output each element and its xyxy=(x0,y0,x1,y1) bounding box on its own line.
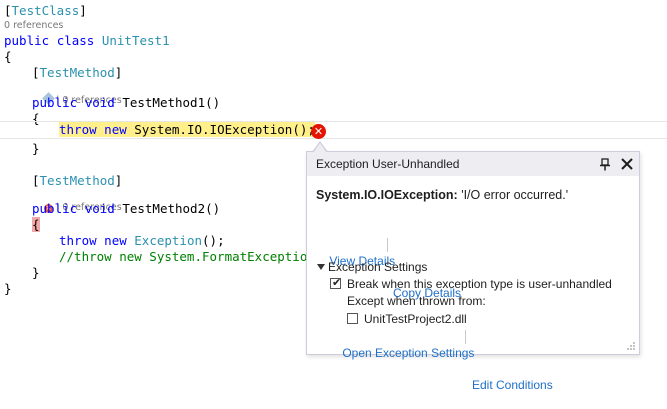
edit-conditions-link[interactable]: Edit Conditions xyxy=(472,377,553,393)
popup-title: Exception User-Unhandled xyxy=(316,157,460,171)
codelens-references[interactable]: 0 references xyxy=(4,19,63,33)
open-exception-settings-link[interactable]: Open Exception Settings xyxy=(342,346,474,360)
code-line: { xyxy=(4,49,12,64)
exception-message: System.IO.IOException: 'I/O error occurr… xyxy=(316,188,569,202)
link-divider xyxy=(387,238,388,252)
check-icon: ✔ xyxy=(332,276,342,289)
code-line: //throw new System.FormatException( xyxy=(59,249,323,264)
resize-grip-icon[interactable] xyxy=(626,341,636,351)
module-label: UnitTestProject2.dll xyxy=(364,312,467,326)
code-line: public class UnitTest1 xyxy=(4,33,170,48)
pin-icon[interactable] xyxy=(599,158,611,171)
settings-links: Open Exception Settings Edit Conditions xyxy=(329,329,553,392)
code-line: public void TestMethod2() xyxy=(32,201,221,216)
code-line: { xyxy=(32,217,40,232)
code-line: } xyxy=(32,141,40,156)
codelens-references[interactable]: | 0 references xyxy=(32,80,122,106)
code-line: [TestClass] xyxy=(4,3,87,18)
popup-header: Exception User-Unhandled xyxy=(307,152,639,176)
collapse-triangle-icon[interactable] xyxy=(317,264,325,270)
settings-header[interactable]: Exception Settings xyxy=(328,259,427,275)
link-divider xyxy=(465,330,466,344)
code-line: public void TestMethod1() xyxy=(32,95,221,110)
except-label: Except when thrown from: xyxy=(347,294,486,308)
break-label: Break when this exception type is user-u… xyxy=(347,277,612,291)
module-checkbox[interactable] xyxy=(347,313,358,324)
close-icon[interactable] xyxy=(620,157,634,171)
codelens-references[interactable]: × | 0 references xyxy=(32,187,122,213)
code-line: } xyxy=(4,281,12,296)
popup-pointer-fill xyxy=(313,143,327,153)
exception-line: throw new System.IO.IOException(); xyxy=(59,122,315,137)
error-icon[interactable]: ✕ xyxy=(311,124,326,139)
code-line: } xyxy=(32,265,40,280)
break-checkbox[interactable]: ✔ xyxy=(330,276,342,289)
exception-helper-popup: Exception User-Unhandled System.IO.IOExc… xyxy=(306,151,640,392)
details-links: View Details Copy Details xyxy=(316,237,461,300)
